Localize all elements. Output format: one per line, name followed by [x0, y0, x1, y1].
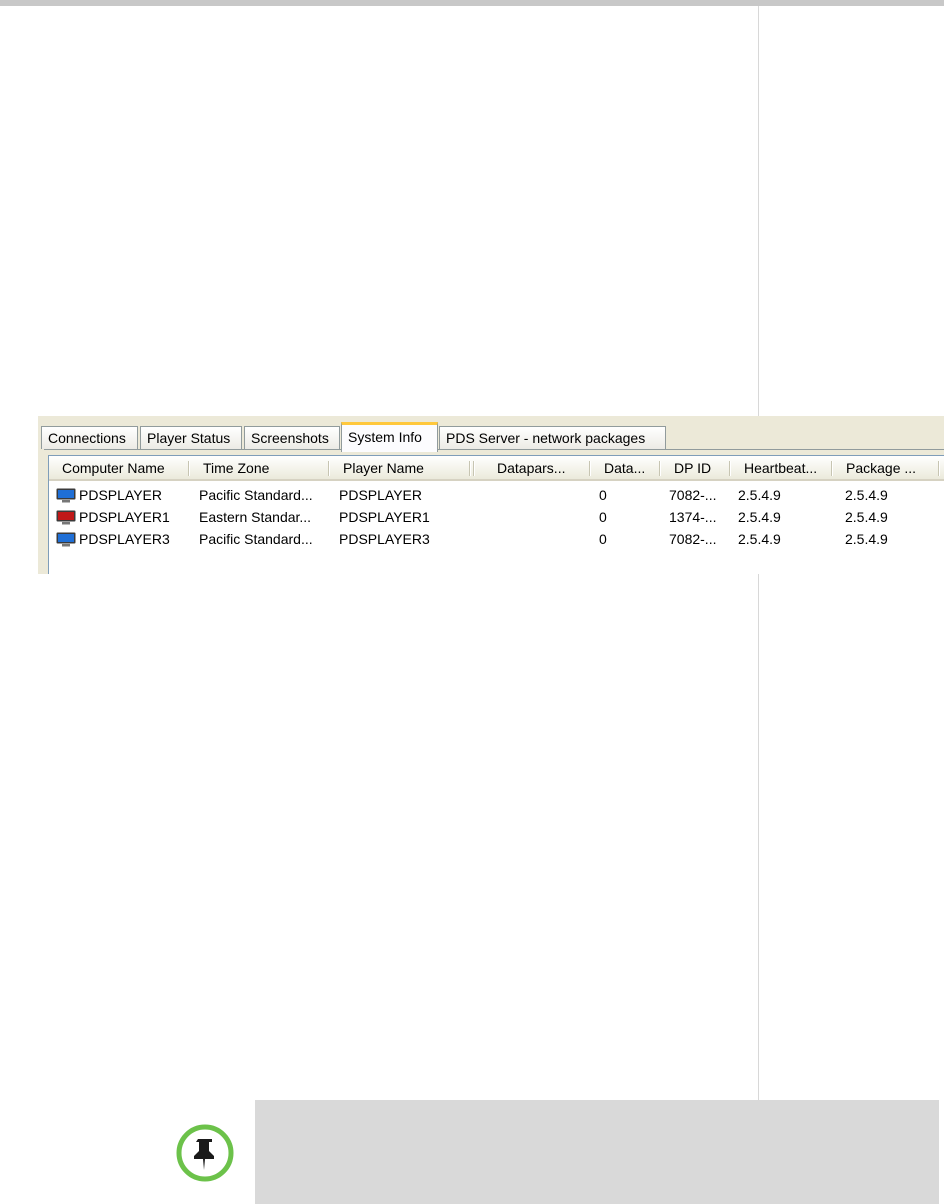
monitor-screen [58, 534, 74, 542]
column-header-player-name[interactable]: Player Name [330, 456, 470, 479]
cell-package: 2.5.4.9 [845, 509, 888, 525]
monitor-icon [56, 488, 76, 503]
cell-dp-id: 1374-... [669, 509, 717, 525]
margin-rule [758, 6, 759, 1204]
table-row[interactable]: PDSPLAYER3 Pacific Standard... PDSPLAYER… [49, 528, 944, 550]
cell-time-zone: Pacific Standard... [199, 531, 313, 547]
column-header-dp-id[interactable]: DP ID [661, 456, 729, 479]
cell-time-zone: Eastern Standar... [199, 509, 312, 525]
column-header-heartbeat[interactable]: Heartbeat... [731, 456, 831, 479]
tab-pds-server-network-packages[interactable]: PDS Server - network packages [439, 426, 666, 449]
table-row[interactable]: PDSPLAYER Pacific Standard... PDSPLAYER … [49, 484, 944, 506]
tab-system-info[interactable]: System Info [341, 422, 438, 452]
cell-computer-name: PDSPLAYER [79, 487, 162, 503]
cell-player-name: PDSPLAYER [339, 487, 422, 503]
cell-player-name: PDSPLAYER1 [339, 509, 430, 525]
note-box [255, 1100, 939, 1204]
column-header-row: Computer Name Time Zone Player Name Data… [49, 456, 944, 481]
cell-heartbeat: 2.5.4.9 [738, 531, 781, 547]
system-info-list[interactable]: Computer Name Time Zone Player Name Data… [48, 455, 944, 574]
monitor-screen [58, 512, 74, 520]
tab-baseline [44, 449, 944, 450]
column-header-data[interactable]: Data... [591, 456, 659, 479]
cell-data: 0 [599, 509, 607, 525]
column-header-package[interactable]: Package ... [833, 456, 939, 479]
cell-dp-id: 7082-... [669, 531, 717, 547]
top-rule [0, 0, 944, 6]
cell-computer-name: PDSPLAYER3 [79, 531, 170, 547]
cell-computer-name: PDSPLAYER1 [79, 509, 170, 525]
monitor-icon [56, 510, 76, 525]
cell-time-zone: Pacific Standard... [199, 487, 313, 503]
table-row[interactable]: PDSPLAYER1 Eastern Standar... PDSPLAYER1… [49, 506, 944, 528]
cell-heartbeat: 2.5.4.9 [738, 509, 781, 525]
column-divider[interactable] [938, 461, 940, 476]
tab-connections[interactable]: Connections [41, 426, 138, 449]
monitor-screen [58, 490, 74, 498]
cell-player-name: PDSPLAYER3 [339, 531, 430, 547]
column-divider[interactable] [469, 461, 471, 476]
column-header-computer-name[interactable]: Computer Name [49, 456, 189, 479]
cell-data: 0 [599, 487, 607, 503]
cell-data: 0 [599, 531, 607, 547]
tab-strip: Connections Player Status Screenshots Sy… [38, 416, 944, 452]
cell-dp-id: 7082-... [669, 487, 717, 503]
system-info-panel: Connections Player Status Screenshots Sy… [38, 416, 944, 574]
column-header-time-zone[interactable]: Time Zone [190, 456, 328, 479]
cell-package: 2.5.4.9 [845, 487, 888, 503]
cell-package: 2.5.4.9 [845, 531, 888, 547]
tab-player-status[interactable]: Player Status [140, 426, 242, 449]
pushpin-icon [176, 1124, 234, 1182]
monitor-icon [56, 532, 76, 547]
tab-screenshots[interactable]: Screenshots [244, 426, 340, 449]
column-header-datapars[interactable]: Datapars... [475, 456, 589, 479]
cell-heartbeat: 2.5.4.9 [738, 487, 781, 503]
